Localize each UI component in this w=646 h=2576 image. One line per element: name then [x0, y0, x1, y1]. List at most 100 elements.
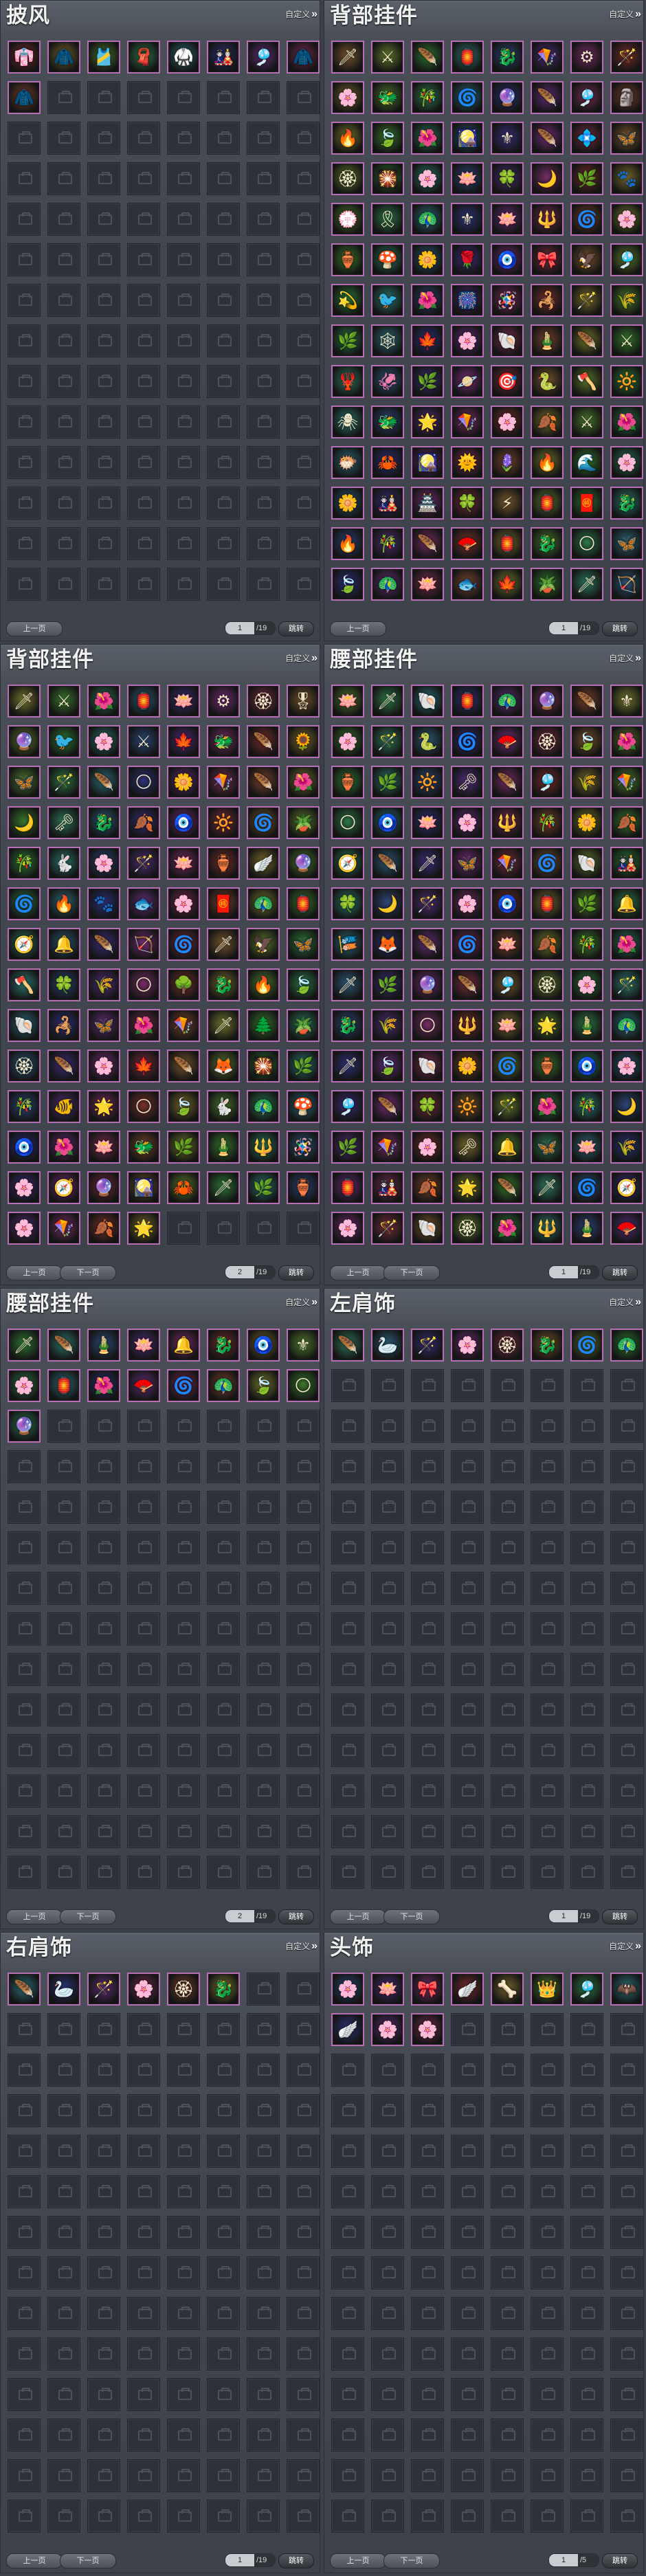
empty-slot[interactable]	[127, 2135, 160, 2168]
item-slot[interactable]: 🌸	[167, 887, 200, 920]
empty-slot[interactable]	[167, 2013, 200, 2046]
item-slot[interactable]: 🐦	[371, 284, 404, 317]
empty-slot[interactable]	[47, 2013, 80, 2046]
item-slot[interactable]: 🌟	[127, 1212, 160, 1245]
empty-slot[interactable]	[287, 365, 320, 398]
empty-slot[interactable]	[167, 1653, 200, 1686]
empty-slot[interactable]	[87, 446, 120, 479]
empty-slot[interactable]	[47, 162, 80, 195]
empty-slot[interactable]	[371, 2054, 404, 2087]
item-slot[interactable]: 🎇	[247, 1050, 280, 1082]
empty-slot[interactable]	[287, 1612, 320, 1645]
empty-slot[interactable]	[491, 1369, 524, 1402]
item-slot[interactable]: 🪶	[531, 81, 564, 114]
empty-slot[interactable]	[491, 1491, 524, 1524]
item-slot[interactable]: 🌿	[331, 324, 364, 357]
empty-slot[interactable]	[167, 568, 200, 601]
empty-slot[interactable]	[331, 1450, 364, 1483]
item-slot[interactable]: 🌀	[570, 203, 603, 236]
empty-slot[interactable]	[451, 1572, 484, 1605]
empty-slot[interactable]	[127, 203, 160, 236]
item-slot[interactable]: 🧭	[331, 847, 364, 880]
item-slot[interactable]: 🏮	[127, 685, 160, 718]
empty-slot[interactable]	[87, 527, 120, 560]
empty-slot[interactable]	[531, 1531, 564, 1564]
empty-slot[interactable]	[167, 2338, 200, 2370]
empty-slot[interactable]	[207, 2297, 240, 2330]
item-slot[interactable]: 🦚	[207, 1369, 240, 1402]
item-slot[interactable]: 🔔	[47, 928, 80, 961]
empty-slot[interactable]	[47, 2297, 80, 2330]
customize-button[interactable]: 自定义»	[609, 653, 641, 664]
item-slot[interactable]: 🏵	[247, 685, 280, 718]
empty-slot[interactable]	[127, 284, 160, 317]
item-slot[interactable]: 🍃	[247, 1369, 280, 1402]
empty-slot[interactable]	[491, 2419, 524, 2452]
item-slot[interactable]: 🍁	[127, 1050, 160, 1082]
empty-slot[interactable]	[87, 1734, 120, 1767]
empty-slot[interactable]	[331, 2338, 364, 2370]
empty-slot[interactable]	[207, 324, 240, 357]
empty-slot[interactable]	[247, 1815, 280, 1848]
item-slot[interactable]: 🍀	[411, 1090, 444, 1123]
item-slot[interactable]: 🪄	[47, 766, 80, 799]
item-slot[interactable]: 🦞	[331, 365, 364, 398]
item-slot[interactable]: 🐠	[47, 1090, 80, 1123]
empty-slot[interactable]	[207, 122, 240, 155]
empty-slot[interactable]	[47, 2378, 80, 2411]
empty-slot[interactable]	[287, 406, 320, 438]
item-slot[interactable]: 🏮	[491, 527, 524, 560]
empty-slot[interactable]	[371, 2297, 404, 2330]
item-slot[interactable]: 🐲	[371, 406, 404, 438]
item-slot[interactable]: 🍃	[167, 1090, 200, 1123]
item-slot[interactable]: 🧥	[8, 81, 41, 114]
item-slot[interactable]: 🗿	[610, 81, 643, 114]
item-slot[interactable]: 🌳	[167, 968, 200, 1001]
empty-slot[interactable]	[8, 2216, 41, 2249]
empty-slot[interactable]	[570, 2256, 603, 2289]
item-slot[interactable]: 🗡	[331, 41, 364, 74]
empty-slot[interactable]	[287, 1973, 320, 2006]
empty-slot[interactable]	[87, 2338, 120, 2370]
empty-slot[interactable]	[287, 1491, 320, 1524]
item-slot[interactable]: 🎐	[570, 1973, 603, 2006]
item-slot[interactable]: 🦋	[610, 122, 643, 155]
empty-slot[interactable]	[371, 1450, 404, 1483]
empty-slot[interactable]	[87, 1572, 120, 1605]
item-slot[interactable]: 🪁	[167, 1009, 200, 1042]
item-slot[interactable]: 🌀	[247, 806, 280, 839]
empty-slot[interactable]	[87, 2175, 120, 2208]
empty-slot[interactable]	[247, 122, 280, 155]
item-slot[interactable]: 🌀	[167, 1369, 200, 1402]
empty-slot[interactable]	[167, 2175, 200, 2208]
item-slot[interactable]: 🌕	[570, 527, 603, 560]
empty-slot[interactable]	[207, 1612, 240, 1645]
item-slot[interactable]: 🦚	[247, 887, 280, 920]
item-slot[interactable]: 🦊	[371, 928, 404, 961]
empty-slot[interactable]	[47, 203, 80, 236]
item-slot[interactable]: 🌊	[570, 446, 603, 479]
item-slot[interactable]: 🌸	[570, 968, 603, 1001]
item-slot[interactable]: 🎎	[371, 487, 404, 520]
item-slot[interactable]: 🌙	[371, 887, 404, 920]
item-slot[interactable]: 🧣	[127, 41, 160, 74]
jump-button[interactable]: 跳转	[602, 1909, 638, 1924]
empty-slot[interactable]	[610, 1775, 643, 1808]
empty-slot[interactable]	[287, 1410, 320, 1443]
item-slot[interactable]: 🧭	[47, 1171, 80, 1204]
item-slot[interactable]: 🏺	[331, 243, 364, 276]
empty-slot[interactable]	[610, 1815, 643, 1848]
empty-slot[interactable]	[8, 243, 41, 276]
customize-button[interactable]: 自定义»	[609, 9, 641, 20]
empty-slot[interactable]	[331, 2054, 364, 2087]
empty-slot[interactable]	[207, 1815, 240, 1848]
empty-slot[interactable]	[47, 406, 80, 438]
empty-slot[interactable]	[371, 2378, 404, 2411]
empty-slot[interactable]	[371, 2500, 404, 2533]
item-slot[interactable]: 🗝	[47, 806, 80, 839]
item-slot[interactable]: 🪄	[491, 1090, 524, 1123]
item-slot[interactable]: 🐲	[207, 725, 240, 758]
item-slot[interactable]: 🌺	[610, 406, 643, 438]
item-slot[interactable]: 🌸	[451, 324, 484, 357]
item-slot[interactable]: 🍂	[531, 406, 564, 438]
